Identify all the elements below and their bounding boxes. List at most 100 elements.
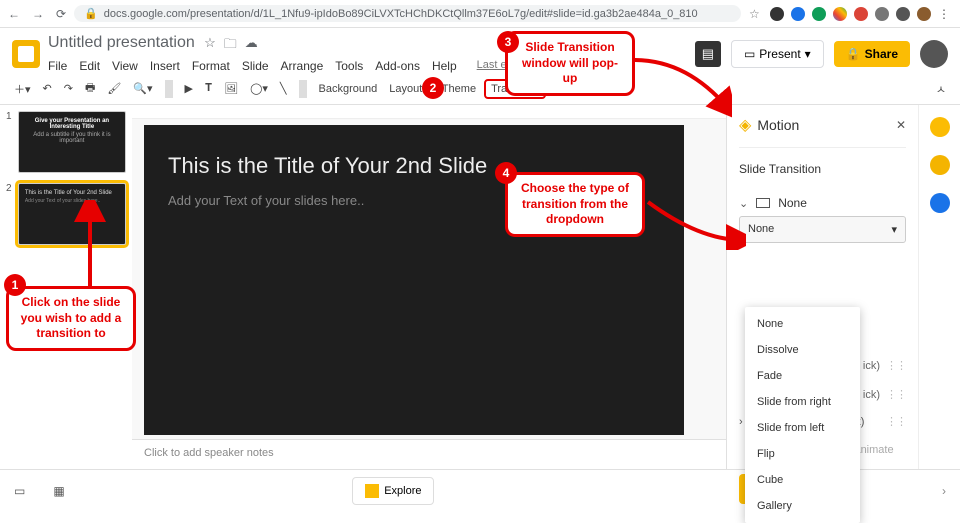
ext-icon[interactable] <box>791 7 805 21</box>
menu-icon[interactable]: ⋮ <box>938 7 952 21</box>
move-icon[interactable]: 🗀 <box>224 35 237 57</box>
ext-icon[interactable] <box>770 7 784 21</box>
close-icon[interactable]: ✕ <box>896 118 906 132</box>
option-fade[interactable]: Fade <box>745 363 860 389</box>
ext-icon[interactable] <box>812 7 826 21</box>
expand-rail-icon[interactable]: › <box>942 484 946 498</box>
ext-icon[interactable] <box>833 7 847 21</box>
menu-file[interactable]: File <box>48 59 67 73</box>
theme-button[interactable]: Theme <box>438 81 480 97</box>
arrow-4 <box>646 200 746 250</box>
image-icon[interactable]: 🖼 <box>220 80 242 97</box>
transition-options: None Dissolve Fade Slide from right Slid… <box>745 307 860 523</box>
drag-icon[interactable]: ⋮⋮ <box>886 415 906 428</box>
menu-view[interactable]: View <box>112 59 138 73</box>
canvas-area: This is the Title of Your 2nd Slide Add … <box>132 105 726 469</box>
ext-icon[interactable] <box>896 7 910 21</box>
nav-reload-icon[interactable]: ⟳ <box>56 7 66 21</box>
menu-slide[interactable]: Slide <box>242 59 269 73</box>
textbox-icon[interactable]: 𝐓 <box>201 80 216 97</box>
star-icon[interactable]: ☆ <box>749 7 763 21</box>
menu-arrange[interactable]: Arrange <box>281 59 324 73</box>
extension-icons: ☆ ⋮ <box>749 7 952 21</box>
select-tool-icon[interactable]: ▶ <box>181 80 197 97</box>
drag-icon[interactable]: ⋮⋮ <box>886 359 906 372</box>
collapse-icon[interactable]: ㅅ <box>932 79 950 99</box>
omnibox[interactable]: 🔒 docs.google.com/presentation/d/1L_1Nfu… <box>74 5 741 22</box>
explore-button[interactable]: Explore <box>352 477 434 505</box>
ext-icon[interactable] <box>875 7 889 21</box>
browser-bar: ← → ⟳ 🔒 docs.google.com/presentation/d/1… <box>0 0 960 28</box>
transition-dropdown[interactable]: None▾ <box>739 216 906 243</box>
transition-row[interactable]: ⌄ None <box>739 190 906 216</box>
present-label: Present <box>759 47 800 61</box>
caret-icon: ▾ <box>891 223 897 236</box>
slide-transition-label: Slide Transition <box>739 162 906 176</box>
annotation-1: Click on the slide you wish to add a tra… <box>6 286 136 351</box>
arrow-1 <box>70 200 110 290</box>
filmstrip-view-icon[interactable]: ▭ <box>14 484 25 498</box>
menu-addons[interactable]: Add-ons <box>375 59 420 73</box>
option-slide-left[interactable]: Slide from left <box>745 415 860 441</box>
grid-view-icon[interactable]: ▦ <box>53 484 64 498</box>
menu-tools[interactable]: Tools <box>335 59 363 73</box>
option-slide-right[interactable]: Slide from right <box>745 389 860 415</box>
ext-icon[interactable] <box>854 7 868 21</box>
slide-thumbnail-1[interactable]: Give your Presentation an Interesting Ti… <box>18 111 126 173</box>
slides-logo-icon[interactable] <box>12 40 40 68</box>
option-flip[interactable]: Flip <box>745 441 860 467</box>
annotation-badge-4: 4 <box>495 162 517 184</box>
paint-icon[interactable]: 🖌 <box>103 80 125 97</box>
option-cube[interactable]: Cube <box>745 467 860 493</box>
transition-current: None <box>778 196 807 210</box>
option-none[interactable]: None <box>745 311 860 337</box>
menu-insert[interactable]: Insert <box>150 59 180 73</box>
share-label: Share <box>865 47 898 61</box>
lock-icon: 🔒 <box>84 7 98 20</box>
motion-panel: ◈ Motion ✕ Slide Transition ⌄ None None▾… <box>726 105 918 469</box>
undo-icon[interactable]: ↶ <box>39 80 56 97</box>
slide-icon <box>756 198 770 208</box>
motion-title: Motion <box>757 117 799 133</box>
redo-icon[interactable]: ↷ <box>60 80 77 97</box>
option-dissolve[interactable]: Dissolve <box>745 337 860 363</box>
nav-forward-icon[interactable]: → <box>32 7 44 21</box>
divider <box>165 80 173 98</box>
annotation-badge-2: 2 <box>422 77 444 99</box>
cloud-icon[interactable]: ☁ <box>245 35 258 57</box>
background-dropdown[interactable]: Background <box>315 81 382 97</box>
speaker-notes[interactable]: Click to add speaker notes <box>132 439 726 469</box>
doc-title[interactable]: Untitled presentation <box>48 34 195 51</box>
tasks-icon[interactable] <box>930 155 950 175</box>
side-rail <box>918 105 960 469</box>
shape-icon[interactable]: ◯▾ <box>246 80 272 97</box>
star-icon[interactable]: ☆ <box>204 35 216 57</box>
menu-help[interactable]: Help <box>432 59 457 73</box>
toolbar: ＋▾ ↶ ↷ 🖶 🖌 🔍▾ ▶ 𝐓 🖼 ◯▾ ╲ Background Layo… <box>0 73 960 105</box>
menu-edit[interactable]: Edit <box>79 59 100 73</box>
ext-icon[interactable] <box>917 7 931 21</box>
nav-back-icon[interactable]: ← <box>8 7 20 21</box>
share-button[interactable]: 🔒 Share <box>834 41 910 67</box>
keep-icon[interactable] <box>930 117 950 137</box>
thumb-number: 2 <box>6 183 14 245</box>
motion-icon: ◈ <box>739 115 751 135</box>
drag-icon[interactable]: ⋮⋮ <box>886 388 906 401</box>
chevron-right-icon: › <box>739 416 743 428</box>
url-text: docs.google.com/presentation/d/1L_1Nfu9-… <box>104 8 698 20</box>
arrow-3 <box>632 58 732 118</box>
new-slide-icon[interactable]: ＋▾ <box>10 79 35 99</box>
zoom-dropdown[interactable]: 🔍▾ <box>129 80 156 97</box>
option-gallery[interactable]: Gallery <box>745 493 860 519</box>
present-button[interactable]: ▭ Present ▾ <box>731 40 824 68</box>
user-avatar[interactable] <box>920 40 948 68</box>
menu-format[interactable]: Format <box>192 59 230 73</box>
print-icon[interactable]: 🖶 <box>81 77 99 100</box>
divider <box>299 80 307 98</box>
annotation-4: Choose the type of transition from the d… <box>505 172 645 237</box>
annotation-3: Slide Transition window will pop-up <box>505 31 635 96</box>
annotation-badge-3: 3 <box>497 31 519 53</box>
thumb-number: 1 <box>6 111 14 173</box>
contacts-icon[interactable] <box>930 193 950 213</box>
line-icon[interactable]: ╲ <box>276 80 291 97</box>
